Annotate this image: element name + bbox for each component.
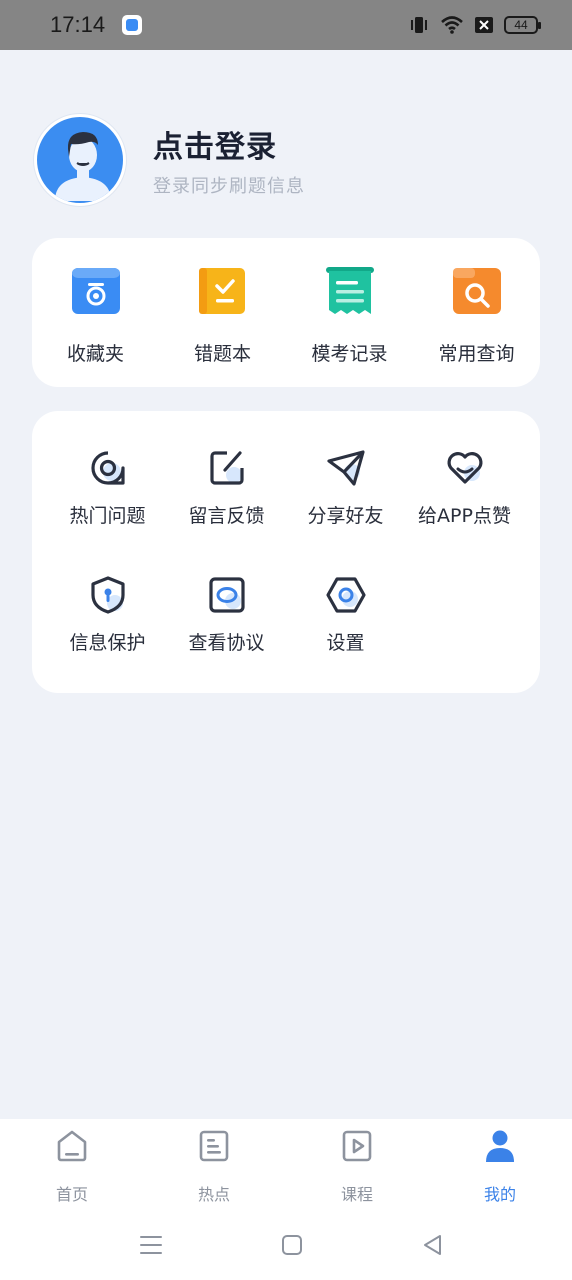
nav-label: 首页	[55, 1185, 88, 1204]
back-triangle-icon[interactable]	[420, 1232, 446, 1258]
feedback-edit-icon	[210, 451, 244, 485]
tool-common-query[interactable]: 常用查询	[413, 238, 540, 387]
login-title[interactable]: 点击登录	[153, 122, 277, 166]
hot-news-icon	[199, 1130, 229, 1162]
tool-label: 常用查询	[438, 343, 515, 365]
menu-icon[interactable]	[138, 1232, 164, 1258]
favorites-folder-icon	[72, 268, 120, 314]
home-icon	[57, 1130, 87, 1162]
more-services-card: 热门问题 留言反馈 分享好友 给APP点赞 信息保护 查看协议 设置	[32, 411, 540, 693]
user-avatar-icon	[55, 132, 111, 201]
item-feedback[interactable]: 留言反馈	[167, 448, 286, 538]
vibrate-icon	[411, 17, 427, 33]
search-folder-icon	[453, 268, 501, 314]
share-paper-plane-icon	[327, 450, 365, 486]
nav-label: 热点	[197, 1185, 230, 1204]
tool-wrong-questions[interactable]: 错题本	[159, 238, 286, 387]
nav-label: 我的	[483, 1185, 516, 1204]
system-nav-bar	[0, 1220, 572, 1270]
shield-lock-icon	[91, 576, 125, 614]
battery-icon: 44	[504, 16, 541, 34]
close-box-icon	[475, 17, 493, 33]
item-like-app[interactable]: 给APP点赞	[405, 448, 524, 538]
item-share-friends[interactable]: 分享好友	[286, 448, 405, 538]
tool-label: 收藏夹	[66, 343, 124, 365]
wrong-questions-book-icon	[199, 268, 245, 314]
tool-exam-record[interactable]: 模考记录	[286, 238, 413, 387]
quick-tools-card: 收藏夹 错题本 模考记录 常用查询	[32, 238, 540, 387]
course-play-icon	[342, 1130, 372, 1162]
agreement-icon	[209, 577, 245, 613]
heart-like-icon	[447, 452, 483, 484]
nav-label: 课程	[340, 1185, 373, 1204]
item-privacy[interactable]: 信息保护	[48, 575, 167, 665]
tool-label: 模考记录	[311, 343, 388, 365]
item-label: 给APP点赞	[418, 505, 511, 527]
hot-questions-icon	[91, 451, 125, 485]
item-view-agreement[interactable]: 查看协议	[167, 575, 286, 665]
app-notification-icon	[122, 15, 142, 35]
avatar[interactable]	[34, 114, 126, 206]
tool-favorites[interactable]: 收藏夹	[32, 238, 159, 387]
item-settings[interactable]: 设置	[286, 575, 405, 665]
status-bar: 17:14 44	[0, 0, 572, 50]
exam-record-icon	[326, 267, 374, 314]
status-icons: 44	[408, 14, 541, 36]
item-hot-questions[interactable]: 热门问题	[48, 448, 167, 538]
home-square-icon[interactable]	[279, 1232, 305, 1258]
wifi-icon	[441, 16, 463, 34]
login-subtitle: 登录同步刷题信息	[153, 176, 305, 197]
status-time: 17:14	[50, 12, 106, 37]
tool-label: 错题本	[193, 343, 251, 365]
profile-icon	[486, 1130, 514, 1162]
item-label: 设置	[326, 632, 365, 654]
settings-hexagon-icon	[326, 577, 366, 613]
